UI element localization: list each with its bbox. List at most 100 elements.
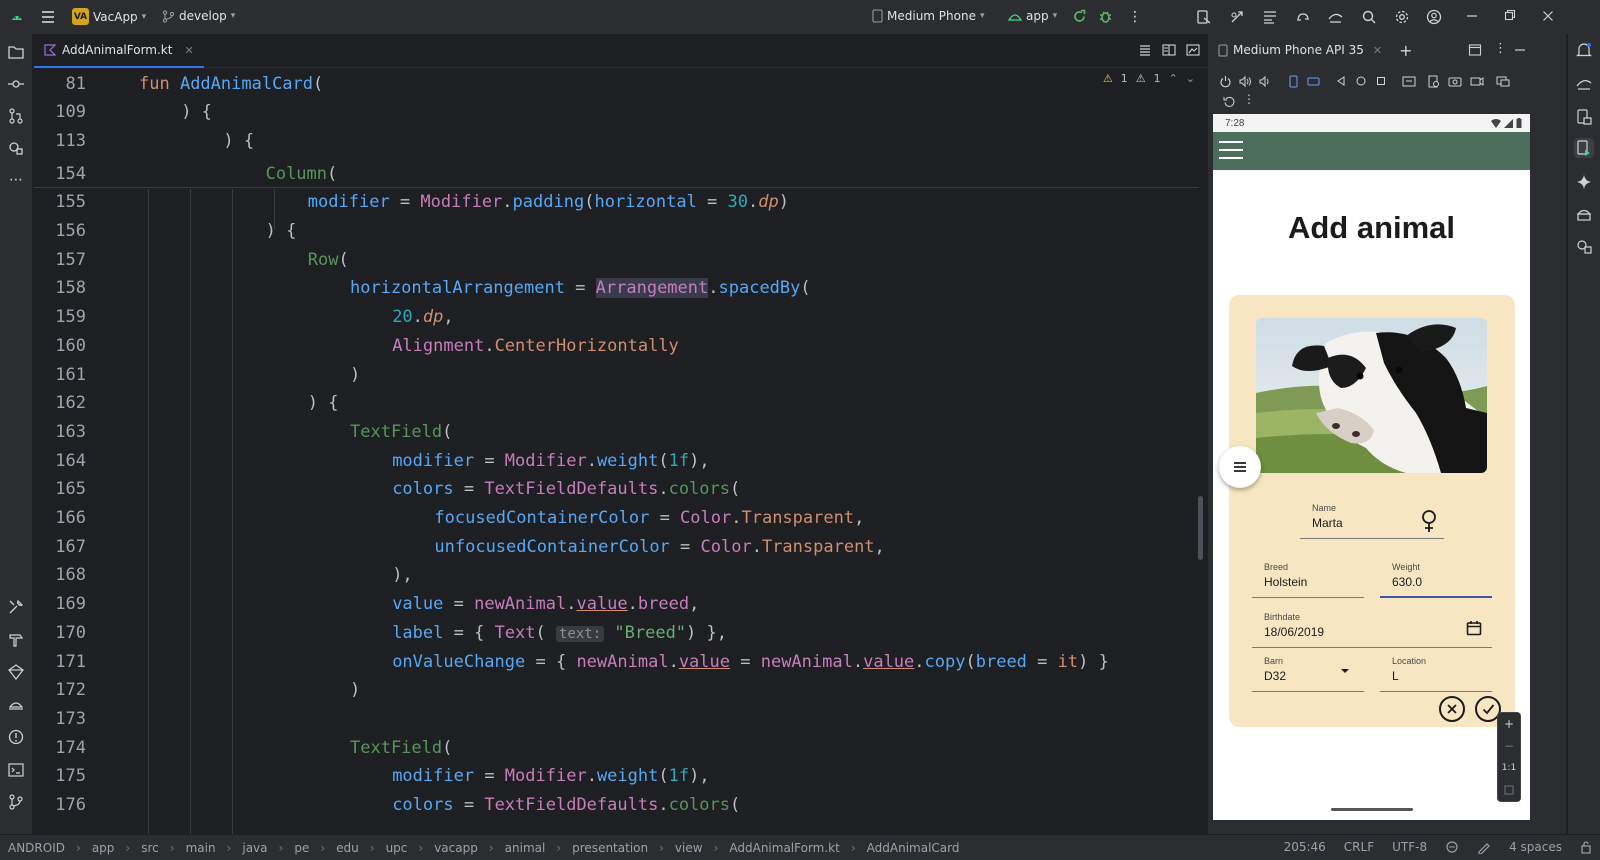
code-text[interactable]: value = newAnimal.value.breed, <box>392 594 699 614</box>
settings-gear-icon[interactable] <box>1394 9 1410 25</box>
code-editor[interactable]: AddAnimalForm.kt ✕ ⋮ 81 fun AddAnimalCard… <box>34 34 1238 834</box>
project-selector[interactable]: VA VacApp ▾ <box>72 8 146 25</box>
line-number[interactable]: 159 <box>34 307 86 327</box>
line-separator[interactable]: CRLF <box>1344 840 1374 854</box>
layout-inspector-icon[interactable] <box>1262 9 1278 25</box>
code-line[interactable]: 81 fun AddAnimalCard( <box>34 69 1199 98</box>
breadcrumb-item[interactable]: main <box>186 841 216 855</box>
code-text[interactable]: onValueChange = { newAnimal.value = newA… <box>392 652 1109 672</box>
line-number[interactable]: 113 <box>34 131 86 151</box>
branch-selector[interactable]: develop ▾ <box>162 9 235 23</box>
terminal-icon[interactable] <box>6 760 26 780</box>
code-view-icon[interactable] <box>1138 42 1152 57</box>
device-explorer-icon[interactable] <box>1574 107 1594 127</box>
line-number[interactable]: 168 <box>34 565 86 585</box>
name-field[interactable]: Name Marta <box>1300 503 1444 539</box>
editor-tab-addanimalform[interactable]: AddAnimalForm.kt ✕ <box>34 34 204 68</box>
zoom-in-button[interactable]: + <box>1498 713 1520 735</box>
code-line[interactable]: 175 modifier = Modifier.weight(1f), <box>34 762 1199 791</box>
line-number[interactable]: 81 <box>34 74 86 94</box>
dropdown-arrow-icon[interactable] <box>1340 668 1350 674</box>
code-text[interactable]: Row( <box>308 250 349 270</box>
reset-rotation-icon[interactable] <box>1222 94 1236 108</box>
debug-icon[interactable] <box>1098 9 1113 24</box>
code-text[interactable]: Alignment.CenterHorizontally <box>392 336 679 356</box>
calendar-icon[interactable] <box>1466 620 1482 636</box>
animal-photo[interactable] <box>1256 318 1487 473</box>
code-text[interactable]: horizontalArrangement = Arrangement.spac… <box>350 278 811 299</box>
code-line[interactable]: 158 horizontalArrangement = Arrangement.s… <box>34 274 1199 303</box>
commit-icon[interactable] <box>6 74 26 94</box>
editorconfig-icon[interactable] <box>1445 840 1459 854</box>
code-line[interactable]: 157 Row( <box>34 245 1199 274</box>
snapshot-icon[interactable] <box>1426 74 1440 88</box>
gradle-sync-icon[interactable] <box>1295 9 1311 25</box>
line-number[interactable]: 155 <box>34 192 86 212</box>
zoom-actual-size-button[interactable]: 1:1 <box>1498 757 1520 779</box>
caret-position[interactable]: 205:46 <box>1284 840 1326 854</box>
running-devices-icon[interactable] <box>1574 138 1594 158</box>
device-tab[interactable]: Medium Phone API 35 ✕ + <box>1208 41 1412 60</box>
sdk-manager-icon[interactable] <box>1229 9 1245 25</box>
build-tools-icon[interactable] <box>6 597 26 617</box>
ai-sparkle-icon[interactable] <box>1574 172 1594 192</box>
line-number[interactable]: 170 <box>34 623 86 643</box>
line-number[interactable]: 172 <box>34 680 86 700</box>
line-number[interactable]: 154 <box>34 164 86 184</box>
add-device-icon[interactable]: + <box>1399 41 1412 60</box>
main-menu-icon[interactable] <box>40 9 56 25</box>
line-number[interactable]: 169 <box>34 594 86 614</box>
read-only-lock-icon[interactable] <box>1580 840 1592 854</box>
app-inspection-icon[interactable] <box>6 662 26 682</box>
breadcrumb-item[interactable]: edu <box>336 841 359 855</box>
line-number[interactable]: 156 <box>34 221 86 241</box>
female-gender-icon[interactable] <box>1420 509 1438 533</box>
split-view-icon[interactable] <box>1162 42 1176 57</box>
code-text[interactable]: unfocusedContainerColor = Color.Transpar… <box>434 537 884 557</box>
run-config-selector[interactable]: app ▾ <box>1008 9 1057 23</box>
line-number[interactable]: 157 <box>34 250 86 270</box>
options-fab[interactable] <box>1219 446 1261 488</box>
line-number[interactable]: 174 <box>34 738 86 758</box>
code-line[interactable]: 174 TextField( <box>34 733 1199 762</box>
problems-icon[interactable] <box>6 727 26 747</box>
line-number[interactable]: 166 <box>34 508 86 528</box>
apply-changes-icon[interactable] <box>1072 9 1087 24</box>
birthdate-field[interactable]: Birthdate 18/06/2019 <box>1252 612 1492 648</box>
code-line[interactable]: 156) { <box>34 217 1199 246</box>
emulator-more-icon[interactable]: ⋮ <box>1242 92 1256 106</box>
restore-window-icon[interactable] <box>1504 9 1516 23</box>
code-text[interactable]: ), <box>392 565 412 585</box>
code-line[interactable]: 170 label = { Text( text: "Breed") }, <box>34 618 1199 647</box>
home-icon[interactable] <box>1354 74 1368 88</box>
panel-options-icon[interactable]: ⋮ <box>1494 41 1507 56</box>
line-number[interactable]: 162 <box>34 393 86 413</box>
version-control-icon[interactable] <box>6 792 26 812</box>
device-manager-icon[interactable] <box>1196 9 1212 25</box>
previous-highlight-icon[interactable]: ⌃ <box>1169 72 1178 85</box>
fold-icon[interactable] <box>1402 74 1416 88</box>
breadcrumb-item[interactable]: view <box>675 841 703 855</box>
code-area[interactable]: 81 fun AddAnimalCard(109) {113) {154 Colum… <box>34 69 1231 834</box>
code-line[interactable]: 162) { <box>34 389 1199 418</box>
location-field[interactable]: Location L <box>1380 656 1492 692</box>
code-line[interactable]: 159 20.dp, <box>34 303 1199 332</box>
code-line[interactable]: 154 Column( <box>34 159 1199 188</box>
code-text[interactable]: colors = TextFieldDefaults.colors( <box>392 795 740 815</box>
rotate-left-icon[interactable] <box>1286 74 1300 88</box>
code-text[interactable]: TextField( <box>350 422 452 442</box>
line-number[interactable]: 167 <box>34 537 86 557</box>
screen-record-icon[interactable] <box>1470 74 1484 88</box>
code-text[interactable]: ) <box>350 680 360 700</box>
line-number[interactable]: 173 <box>34 709 86 729</box>
breadcrumb-item[interactable]: src <box>141 841 159 855</box>
code-line[interactable]: 169 value = newAnimal.value.breed, <box>34 590 1199 619</box>
line-number[interactable]: 160 <box>34 336 86 356</box>
hamburger-menu-icon[interactable] <box>1219 141 1243 161</box>
hide-panel-icon[interactable] <box>1514 43 1526 57</box>
code-line[interactable]: 171 onValueChange = { newAnimal.value = n… <box>34 647 1199 676</box>
line-number[interactable]: 176 <box>34 795 86 815</box>
code-text[interactable]: ) { <box>181 102 212 122</box>
gesture-nav-handle[interactable] <box>1331 808 1413 811</box>
code-line[interactable]: 173 <box>34 704 1199 733</box>
